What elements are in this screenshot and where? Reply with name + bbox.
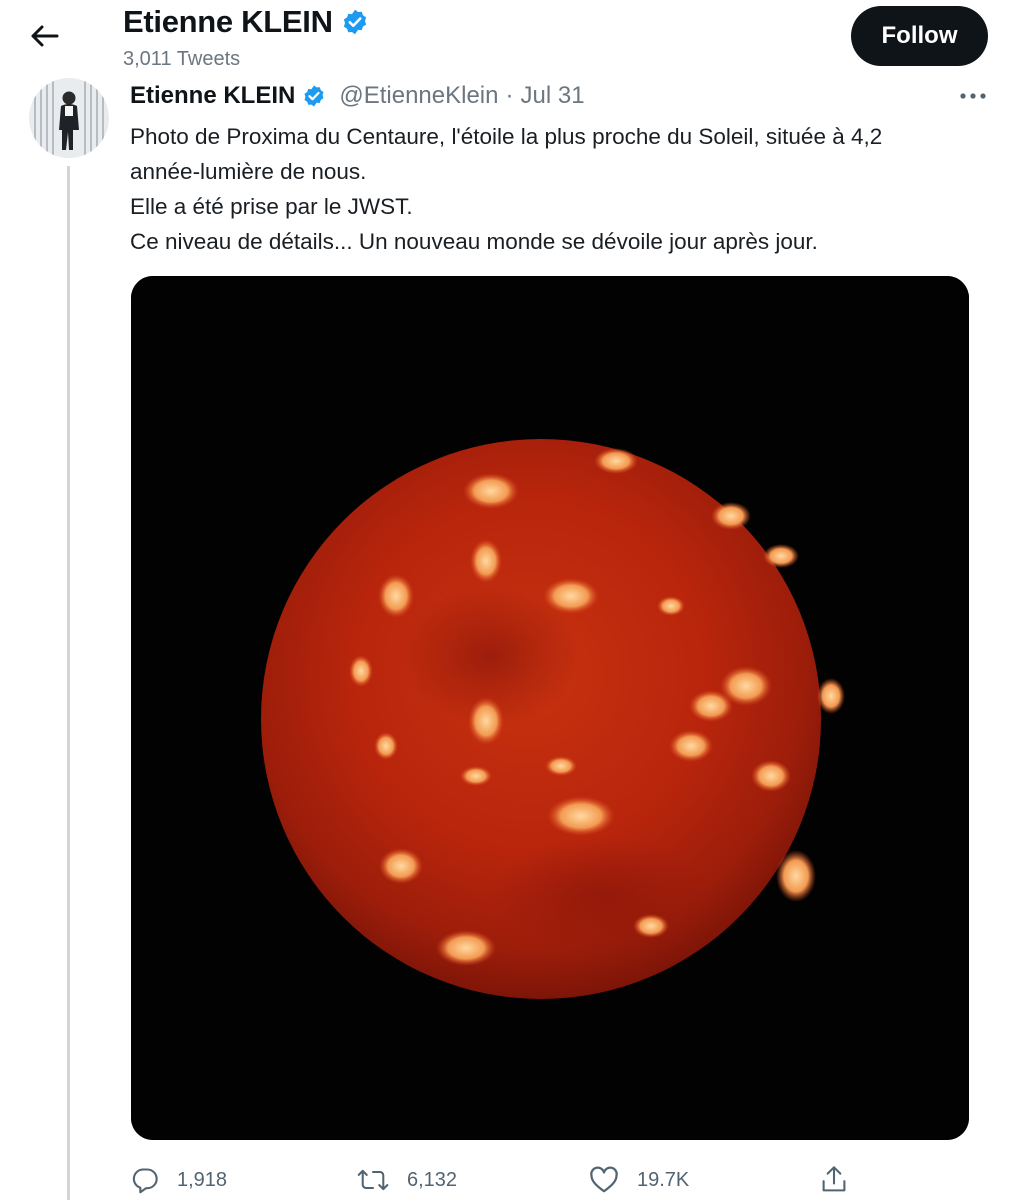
verified-badge-icon <box>304 85 324 107</box>
more-options-button[interactable] <box>953 82 993 110</box>
retweet-button[interactable]: 6,132 <box>357 1160 457 1200</box>
share-icon <box>822 1166 846 1192</box>
follow-button[interactable]: Follow <box>851 6 988 66</box>
like-button[interactable]: 19.7K <box>589 1160 689 1200</box>
tweet-text-line: Photo de Proxima du Centaure, l'étoile l… <box>130 124 883 149</box>
thread-line <box>67 166 70 1200</box>
tweet-text: Photo de Proxima du Centaure, l'étoile l… <box>130 119 990 259</box>
share-button[interactable] <box>820 1160 848 1200</box>
reply-icon <box>132 1168 158 1194</box>
tweet-handle[interactable]: @EtienneKlein <box>339 82 498 110</box>
verified-badge-icon <box>343 9 366 35</box>
more-horizontal-icon <box>960 93 986 99</box>
tweet-page: Etienne KLEIN 3,011 Tweets Follow Etienn… <box>0 0 1023 1200</box>
avatar-photo <box>29 78 109 158</box>
tweet-text-line: année-lumière de nous. <box>130 159 367 184</box>
tweet-display-name[interactable]: Etienne KLEIN <box>130 82 295 110</box>
back-button[interactable] <box>22 16 66 56</box>
arrow-left-icon <box>31 25 59 47</box>
tweet-date[interactable]: Jul 31 <box>521 82 585 110</box>
tweet-text-line: Ce niveau de détails... Un nouveau monde… <box>130 229 818 254</box>
header-display-name: Etienne KLEIN <box>123 4 333 39</box>
retweet-icon <box>357 1169 389 1191</box>
profile-header-name: Etienne KLEIN <box>123 4 369 40</box>
reply-button[interactable]: 1,918 <box>131 1160 227 1200</box>
tweet-media[interactable] <box>131 276 969 1140</box>
like-count: 19.7K <box>637 1168 690 1191</box>
heart-icon <box>590 1166 618 1193</box>
tweet-author: Etienne KLEIN @EtienneKlein · Jul 31 <box>130 82 585 110</box>
retweet-count: 6,132 <box>407 1168 458 1191</box>
tweet-text-line: Elle a été prise par le JWST. <box>130 194 413 219</box>
meta-separator: · <box>505 82 514 109</box>
reply-count: 1,918 <box>177 1168 228 1191</box>
red-sphere-photo <box>131 276 969 1140</box>
avatar[interactable] <box>29 78 109 158</box>
tweet-count: 3,011 Tweets <box>123 48 241 70</box>
